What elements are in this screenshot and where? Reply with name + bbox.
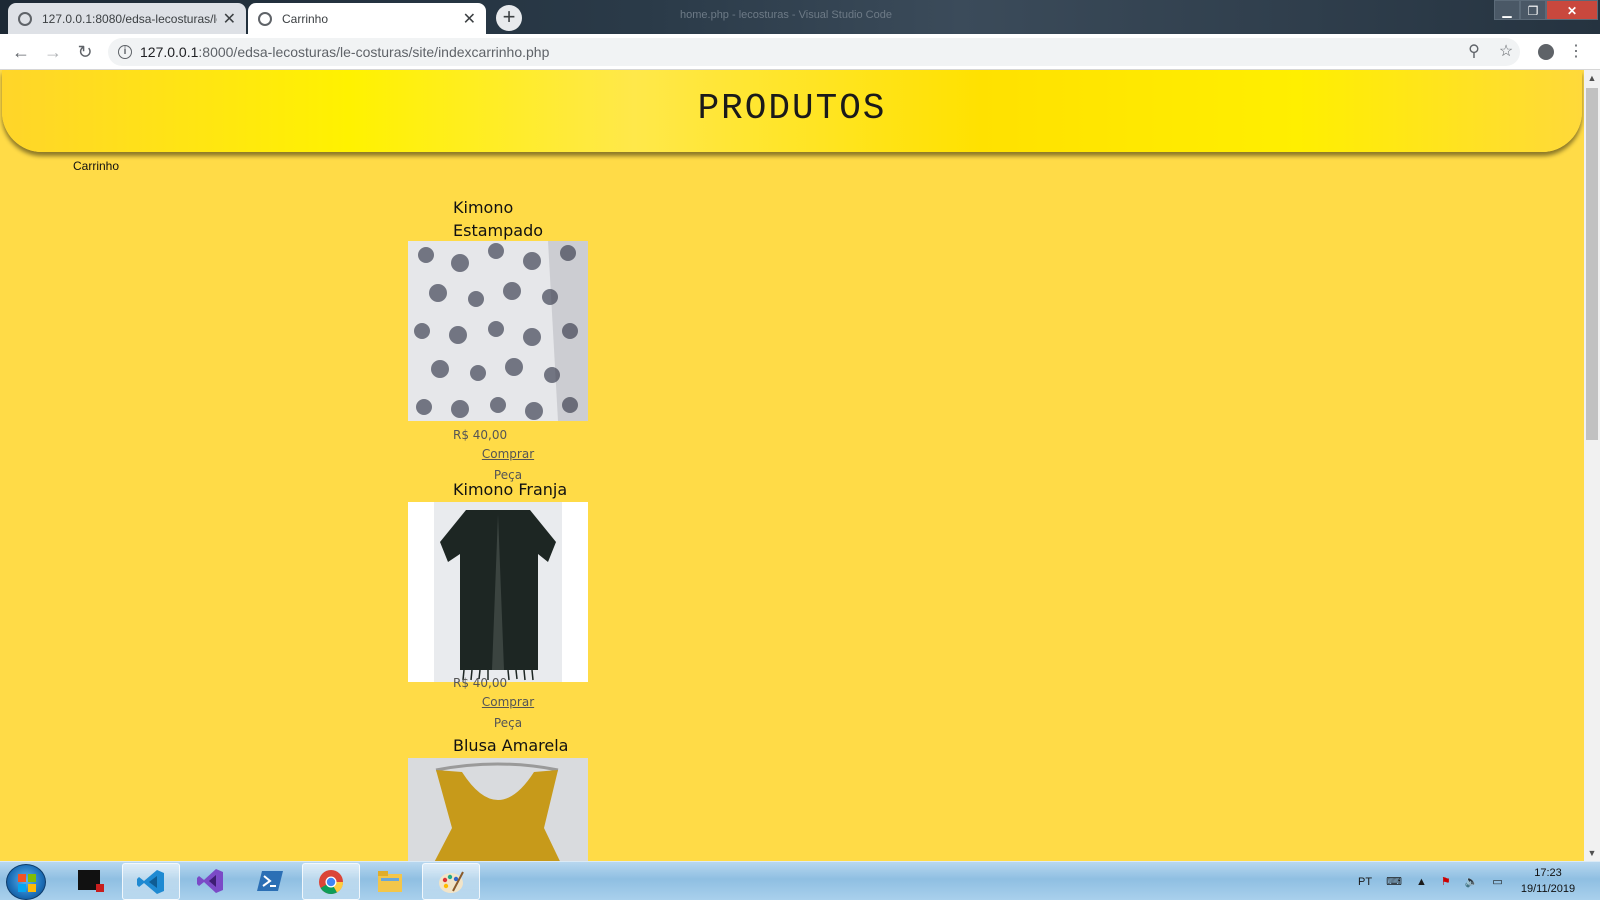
vscode-icon [137,870,164,894]
paint-palette-icon [439,871,464,893]
browser-toolbar: ← → ↻ i 127.0.0.1:8000/edsa-lecosturas/l… [0,34,1600,70]
product-image-kimono-franja [408,502,588,682]
product-name: Kimono Franja [453,480,568,499]
product-name: Blusa Amarela [453,736,569,755]
info-icon[interactable]: i [118,45,132,59]
windows-taskbar: PT ⌨ ▲ ⚑ 🔈 ▭ 17:23 19/11/2019 [0,861,1600,900]
action-center-flag-icon[interactable]: ⚑ [1441,875,1451,888]
system-tray: PT ⌨ ▲ ⚑ 🔈 ▭ [1358,862,1503,900]
volume-icon[interactable]: 🔈 [1465,875,1479,888]
product-image-blusa-amarela [408,758,588,861]
clock-date: 19/11/2019 [1520,883,1576,895]
buy-link-line1: Comprar [481,695,535,709]
globe-icon [18,11,32,26]
page-title: PRODUTOS [697,88,887,129]
product-price: R$ 40,00 [453,676,508,690]
language-indicator[interactable]: PT [1358,876,1372,888]
cart-link[interactable]: Carrinho [73,159,119,173]
window-title: home.php - lecosturas - Visual Studio Co… [680,9,892,21]
network-icon[interactable]: ▭ [1492,875,1502,888]
tab-carrinho[interactable]: Carrinho ✕ [248,3,486,34]
taskbar-vscode[interactable] [122,863,180,900]
bookmark-star-icon[interactable]: ☆ [1494,40,1518,64]
menu-dots-icon[interactable]: ⋮ [1564,40,1588,64]
folder-icon [378,871,402,892]
taskbar-task-manager[interactable] [62,863,120,900]
buy-link-line2: Peça [493,716,523,730]
back-arrow-icon[interactable]: ← [9,40,33,64]
powershell-icon [257,871,283,891]
page-content: PRODUTOS Carrinho Kimono Estampado R$ 40… [0,70,1584,861]
windows-flag-icon [18,874,36,892]
taskbar-file-explorer[interactable] [362,863,420,900]
url-path: :8000/edsa-lecosturas/le-costuras/site/i… [198,44,550,60]
product-image-kimono-estampado [408,241,588,421]
minimize-button[interactable]: ▁ [1494,0,1520,20]
product-price: R$ 40,00 [453,428,508,442]
tab-local-lecosturas[interactable]: 127.0.0.1:8080/edsa-lecosturas/le ✕ [8,3,246,34]
chrome-icon [319,870,343,895]
show-hidden-icons-icon[interactable]: ▲ [1416,876,1427,888]
product-name: Kimono Estampado [453,198,544,240]
scroll-thumb[interactable] [1586,88,1598,440]
taskbar-clock[interactable]: 17:23 19/11/2019 [1510,865,1586,897]
clock-time: 17:23 [1534,867,1562,879]
start-button[interactable] [6,864,46,900]
keyboard-icon[interactable]: ⌨ [1386,875,1402,888]
reload-icon[interactable]: ↻ [73,40,97,64]
address-bar[interactable]: i 127.0.0.1:8000/edsa-lecosturas/le-cost… [108,38,1520,66]
tab-label: Carrinho [282,11,329,26]
tab-label: 127.0.0.1:8080/edsa-lecosturas/le [42,11,217,26]
globe-icon [258,11,272,26]
close-icon[interactable]: ✕ [463,9,476,29]
scroll-up-arrow-icon[interactable]: ▲ [1584,70,1600,86]
maximize-button[interactable]: ❐ [1520,0,1546,20]
visual-studio-icon [197,869,223,893]
forward-arrow-icon[interactable]: → [41,40,65,64]
taskbar-visual-studio[interactable] [182,863,240,900]
header-banner: PRODUTOS [2,70,1582,152]
vertical-scrollbar[interactable]: ▲ ▼ [1584,70,1600,861]
close-icon[interactable]: ✕ [223,9,236,29]
scroll-down-arrow-icon[interactable]: ▼ [1584,845,1600,861]
window-close-button[interactable]: ✕ [1546,0,1598,20]
taskbar-powershell[interactable] [242,863,300,900]
new-tab-button[interactable]: + [496,5,522,31]
browser-tab-strip: 127.0.0.1:8080/edsa-lecosturas/le ✕ Carr… [0,0,1600,34]
zoom-icon[interactable]: ⚲ [1462,40,1486,64]
taskbar-google-chrome[interactable] [302,863,360,900]
url-host: 127.0.0.1 [140,44,199,60]
buy-link-line1: Comprar [481,447,535,461]
profile-avatar-icon[interactable] [1534,40,1558,64]
task-manager-icon [78,870,104,892]
taskbar-paint[interactable] [422,863,480,900]
buy-link[interactable]: Comprar Peça [478,692,538,734]
